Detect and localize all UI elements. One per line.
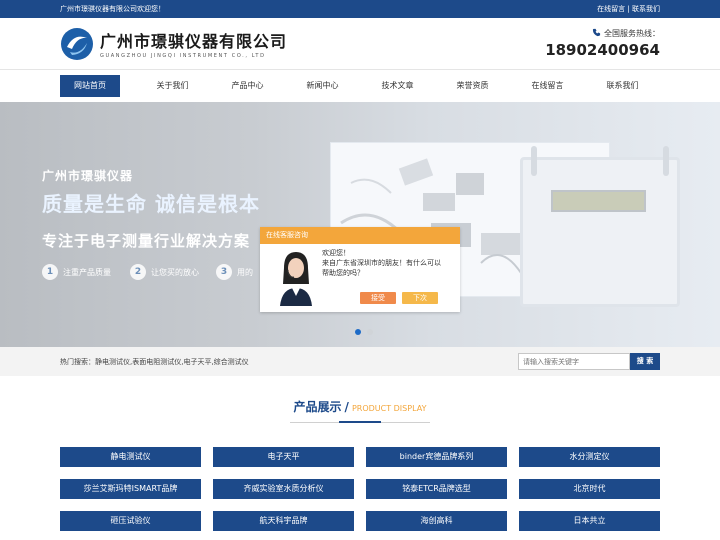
banner-subtitle: 广州市璟骐仪器 bbox=[42, 169, 134, 183]
nav-honors[interactable]: 荣誉资质 bbox=[435, 75, 510, 97]
feature-text-2: 让您买的放心 bbox=[151, 267, 199, 277]
section-title-cn: 产品展示 bbox=[293, 400, 342, 414]
feature-number-1: 1 bbox=[42, 264, 58, 280]
top-link-contact[interactable]: 联系我们 bbox=[632, 5, 660, 13]
product-section-title: 产品展示 / PRODUCT DISPLAY bbox=[0, 398, 720, 423]
nav-news[interactable]: 新闻中心 bbox=[285, 75, 360, 97]
section-title-en: PRODUCT DISPLAY bbox=[351, 404, 427, 413]
banner-feature-2: 2 让您买的放心 bbox=[130, 264, 199, 280]
chat-later-button[interactable]: 下次 bbox=[402, 292, 438, 304]
nav-message[interactable]: 在线留言 bbox=[510, 75, 585, 97]
category-button[interactable]: 静电测试仪 bbox=[60, 447, 201, 467]
chat-greeting: 欢迎您！ bbox=[322, 249, 350, 257]
top-link-message[interactable]: 在线留言 bbox=[597, 5, 625, 13]
chat-accept-button[interactable]: 接受 bbox=[360, 292, 396, 304]
banner-slogan: 专注于电子测量行业解决方案 bbox=[42, 232, 251, 250]
hot-search: 热门搜索：静电测试仪,表面电阻测试仪,电子天平,综合测试仪 bbox=[60, 357, 249, 367]
company-name: 广州市璟骐仪器有限公司 bbox=[100, 32, 288, 51]
banner-title: 质量是生命 诚信是根本 bbox=[42, 192, 260, 216]
slider-dots bbox=[355, 329, 373, 335]
top-link-separator: | bbox=[627, 5, 630, 13]
category-button[interactable]: 齐威实验室水质分析仪 bbox=[213, 479, 354, 499]
category-button[interactable]: 北京时代 bbox=[519, 479, 660, 499]
top-bar: 广州市璟骐仪器有限公司欢迎您！ 在线留言 | 联系我们 bbox=[0, 0, 720, 18]
search-box: 搜 索 bbox=[518, 353, 660, 370]
section-title-underline bbox=[338, 421, 382, 423]
category-button[interactable]: 航天科宇品牌 bbox=[213, 511, 354, 531]
nav-home[interactable]: 网站首页 bbox=[60, 75, 120, 97]
search-input[interactable] bbox=[518, 353, 630, 370]
category-grid: 静电测试仪 电子天平 binder宾德品牌系列 水分测定仪 莎兰艾斯玛特ISMA… bbox=[60, 447, 660, 531]
hotline-number: 18902400964 bbox=[545, 41, 660, 59]
category-button[interactable]: 日本共立 bbox=[519, 511, 660, 531]
instrument-device-image bbox=[520, 146, 680, 307]
nav-about[interactable]: 关于我们 bbox=[135, 75, 210, 97]
top-links: 在线留言 | 联系我们 bbox=[597, 4, 660, 14]
agent-avatar bbox=[278, 250, 314, 306]
feature-number-3: 3 bbox=[216, 264, 232, 280]
slider-dot-1[interactable] bbox=[355, 329, 361, 335]
hot-search-terms[interactable]: 静电测试仪,表面电阻测试仪,电子天平,综合测试仪 bbox=[95, 358, 249, 366]
chat-message: 欢迎您！ 来自广东省深圳市的朋友！有什么可以帮助您的吗？ bbox=[322, 248, 442, 278]
chat-text: 来自广东省深圳市的朋友！有什么可以帮助您的吗？ bbox=[322, 259, 441, 277]
category-button[interactable]: 海创高科 bbox=[366, 511, 507, 531]
chat-popup: 在线客服咨询 欢迎您！ 来自广东省深圳市的朋友！有什么可以帮助您的吗？ 接受 下… bbox=[260, 227, 460, 312]
nav-products[interactable]: 产品中心 bbox=[210, 75, 285, 97]
banner-feature-1: 1 注重产品质量 bbox=[42, 264, 111, 280]
logo[interactable]: 广州市璟骐仪器有限公司 GUANGZHOU JINGQI INSTRUMENT … bbox=[60, 27, 287, 61]
category-button[interactable]: 水分测定仪 bbox=[519, 447, 660, 467]
search-button[interactable]: 搜 索 bbox=[630, 353, 660, 370]
category-button[interactable]: 砸压试验仪 bbox=[60, 511, 201, 531]
welcome-text: 广州市璟骐仪器有限公司欢迎您！ bbox=[60, 5, 165, 13]
nav-contact[interactable]: 联系我们 bbox=[585, 75, 660, 97]
slider-dot-2[interactable] bbox=[367, 329, 373, 335]
category-button[interactable]: 莎兰艾斯玛特ISMART品牌 bbox=[60, 479, 201, 499]
section-title-slash: / bbox=[344, 400, 349, 414]
main-nav: 网站首页 关于我们 产品中心 新闻中心 技术文章 荣誉资质 在线留言 联系我们 bbox=[0, 70, 720, 102]
nav-articles[interactable]: 技术文章 bbox=[360, 75, 435, 97]
logo-icon bbox=[60, 27, 94, 61]
site-header: 广州市璟骐仪器有限公司 GUANGZHOU JINGQI INSTRUMENT … bbox=[0, 18, 720, 70]
feature-text-3: 用的 bbox=[237, 267, 253, 277]
hot-search-label: 热门搜索： bbox=[60, 357, 95, 366]
search-bar: 热门搜索：静电测试仪,表面电阻测试仪,电子天平,综合测试仪 搜 索 bbox=[0, 347, 720, 376]
chat-header: 在线客服咨询 bbox=[260, 227, 460, 244]
category-button[interactable]: 电子天平 bbox=[213, 447, 354, 467]
phone-icon bbox=[592, 28, 601, 39]
category-button[interactable]: 铭泰ETCR品牌选型 bbox=[366, 479, 507, 499]
category-button[interactable]: binder宾德品牌系列 bbox=[366, 447, 507, 467]
hotline: 全国服务热线： 18902400964 bbox=[545, 28, 660, 59]
company-name-en: GUANGZHOU JINGQI INSTRUMENT CO., LTD bbox=[100, 53, 266, 59]
banner-feature-3: 3 用的 bbox=[216, 264, 253, 280]
feature-number-2: 2 bbox=[130, 264, 146, 280]
hotline-label: 全国服务热线： bbox=[604, 29, 660, 38]
feature-text-1: 注重产品质量 bbox=[63, 267, 111, 277]
